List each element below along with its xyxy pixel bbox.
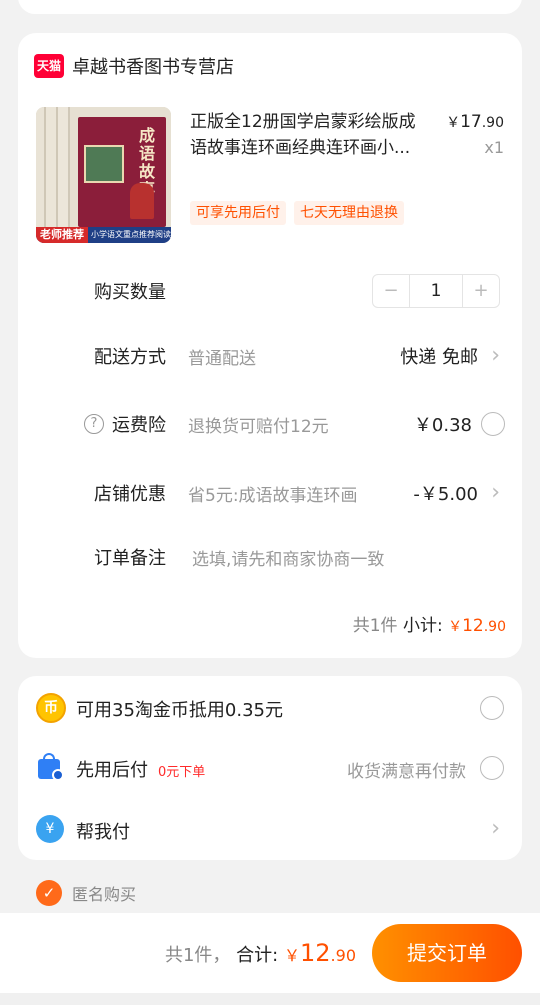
shop-discount-row[interactable]: 店铺优惠 省5元:成语故事连环画 -￥5.00 ›: [18, 473, 522, 513]
help-me-pay-row[interactable]: ¥ 帮我付 ›: [18, 810, 522, 850]
remark-input[interactable]: 选填,请先和商家协商一致: [192, 545, 384, 570]
pay-later-text: 先用后付 0元下单: [76, 760, 206, 781]
shop-name[interactable]: 卓越书香图书专营店: [72, 53, 234, 79]
insurance-hint: 退换货可赔付12元: [188, 416, 329, 437]
quantity-stepper[interactable]: − 1 +: [372, 274, 500, 308]
insurance-label: 运费险: [112, 415, 166, 436]
product-price: ￥17.90: [446, 112, 504, 132]
zero-order-badge: 0元下单: [158, 765, 206, 780]
quantity-minus-button[interactable]: −: [373, 275, 409, 307]
thumb-strip: 老师推荐 小学语文重点推荐阅读: [36, 227, 171, 243]
chevron-right-icon: ›: [491, 816, 500, 841]
quantity-label: 购买数量: [94, 282, 166, 303]
subtotal-count: 共1件: [352, 616, 398, 636]
tag-pay-later: 可享先用后付: [190, 201, 286, 225]
shipping-insurance-row[interactable]: ? 运费险 退换货可赔付12元 ￥0.38: [18, 404, 522, 444]
delivery-hint: 普通配送: [188, 348, 256, 369]
yuan-icon: ¥: [36, 815, 64, 843]
bottom-strip: [0, 993, 540, 1005]
delivery-row[interactable]: 配送方式 普通配送 快递 免邮 ›: [18, 336, 522, 376]
coin-radio[interactable]: [480, 696, 504, 720]
cover-figure: [130, 183, 154, 219]
discount-hint: 省5元:成语故事连环画: [188, 485, 358, 506]
question-icon[interactable]: ?: [84, 414, 104, 434]
shop-header[interactable]: 天猫 卓越书香图书专营店: [34, 53, 234, 79]
coin-icon: 币: [36, 693, 66, 723]
school-recommend-label: 小学语文重点推荐阅读: [91, 230, 171, 239]
teacher-recommend-label: 老师推荐: [36, 227, 88, 243]
quantity-input[interactable]: 1: [409, 275, 463, 307]
subtotal: 共1件 小计: ￥12.90: [353, 611, 506, 636]
subtotal-label: 小计:: [402, 616, 443, 636]
total-price: ￥12.90: [283, 939, 356, 967]
quantity-plus-button[interactable]: +: [463, 275, 499, 307]
product-qty: x1: [484, 138, 504, 157]
delivery-value: 快递 免邮: [400, 347, 478, 368]
chevron-right-icon: ›: [491, 480, 500, 505]
shop-order-card: 天猫 卓越书香图书专营店 成语故事 老师推荐 小学语文重点推荐阅读 正版全12册…: [18, 33, 522, 658]
payment-options-card: 币 可用35淘金币抵用0.35元 先用后付 0元下单 收货满意再付款 ¥ 帮我付 …: [18, 676, 522, 860]
pay-later-row[interactable]: 先用后付 0元下单 收货满意再付款: [18, 748, 522, 788]
shopping-bag-icon: [36, 753, 64, 783]
checkout-bar: 共1件， 合计: ￥12.90 提交订单: [0, 913, 540, 993]
product-tags: 可享先用后付 七天无理由退换: [190, 201, 412, 225]
product-thumbnail[interactable]: 成语故事 老师推荐 小学语文重点推荐阅读: [36, 107, 171, 243]
help-me-pay-text: 帮我付: [76, 822, 130, 843]
previous-card: [18, 0, 522, 14]
tag-seven-day-return: 七天无理由退换: [294, 201, 404, 225]
book-cover: 成语故事: [78, 117, 166, 227]
pay-later-note: 收货满意再付款: [347, 762, 466, 782]
check-icon[interactable]: ✓: [36, 880, 62, 906]
cover-illustration: [84, 145, 124, 183]
tmall-badge-icon: 天猫: [34, 54, 64, 78]
chevron-right-icon: ›: [491, 343, 500, 368]
discount-label: 店铺优惠: [94, 484, 166, 505]
anonymous-purchase[interactable]: ✓ 匿名购买: [36, 880, 136, 906]
coin-text: 可用35淘金币抵用0.35元: [76, 700, 283, 721]
taobao-coin-row[interactable]: 币 可用35淘金币抵用0.35元: [18, 688, 522, 728]
total-summary: 共1件， 合计: ￥12.90: [165, 939, 356, 967]
pay-later-radio[interactable]: [480, 756, 504, 780]
insurance-price: ￥0.38: [413, 415, 472, 436]
subtotal-price: ￥12.90: [448, 616, 506, 636]
remark-label: 订单备注: [94, 548, 166, 569]
discount-value: -￥5.00: [413, 484, 478, 505]
anonymous-label: 匿名购买: [72, 885, 137, 904]
product-title[interactable]: 正版全12册国学启蒙彩绘版成语故事连环画经典连环画小...: [190, 109, 432, 161]
total-label: 合计:: [236, 945, 279, 966]
order-remark-row[interactable]: 订单备注 选填,请先和商家协商一致: [18, 537, 522, 577]
submit-order-button[interactable]: 提交订单: [372, 924, 522, 982]
insurance-radio[interactable]: [481, 412, 505, 436]
total-count: 共1件，: [164, 945, 231, 966]
delivery-label: 配送方式: [94, 347, 166, 368]
